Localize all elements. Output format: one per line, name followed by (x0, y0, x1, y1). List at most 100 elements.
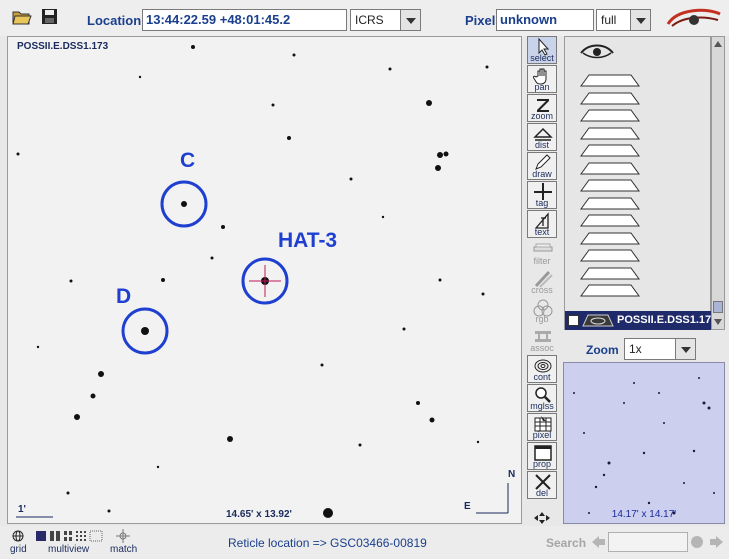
save-disk-icon[interactable] (40, 8, 60, 26)
tool-zoom-button[interactable]: zoom (527, 94, 557, 122)
thumbnail-image[interactable] (564, 363, 725, 524)
target-circle-d (121, 307, 169, 355)
tool-del-button[interactable]: del (527, 471, 557, 499)
tool-label: dist (534, 140, 549, 150)
multiview-layout-icon[interactable] (36, 530, 104, 542)
star-mark (692, 449, 696, 453)
tool-assoc-button[interactable]: assoc (527, 326, 557, 354)
multiview-mode-label[interactable]: multiview (48, 544, 89, 555)
tool-pan-button[interactable]: pan (527, 65, 557, 93)
empty-plane-icon[interactable] (579, 144, 641, 157)
coordinate-frame-select[interactable]: ICRS (350, 9, 421, 31)
scroll-up-icon[interactable] (714, 41, 722, 47)
scroll-thumb[interactable] (713, 301, 723, 313)
empty-plane-icon[interactable] (579, 232, 641, 245)
tool-draw-button[interactable]: draw (527, 152, 557, 180)
sky-image-view[interactable]: POSSII.E.DSS1.173 C HAT-3 D 1' 14.65' x … (7, 36, 522, 524)
star-mark (707, 406, 711, 410)
active-plane-name: POSSII.E.DSS1.173 (617, 314, 718, 326)
tool-label: mglss (530, 401, 554, 411)
star-mark (658, 392, 660, 394)
aladin-logo-icon (666, 8, 721, 27)
empty-plane-icon[interactable] (579, 92, 641, 105)
tool-label: prop (532, 459, 551, 469)
target-circle-c (160, 180, 208, 228)
tool-rgb-button[interactable]: rgb (527, 297, 557, 325)
plane-image-icon (582, 314, 614, 327)
pixel-label: Pixel (465, 13, 496, 28)
empty-plane-icon[interactable] (579, 127, 641, 140)
empty-plane-icon[interactable] (579, 249, 641, 262)
empty-plane-icon[interactable] (579, 162, 641, 175)
grid-mode-label[interactable]: grid (10, 544, 27, 555)
empty-plane-icon[interactable] (579, 214, 641, 227)
plane-stack-scrollbar[interactable] (711, 36, 725, 330)
active-plane-row[interactable]: POSSII.E.DSS1.173 (565, 311, 717, 330)
globe-grid-icon[interactable] (12, 530, 24, 542)
empty-plane-icon[interactable] (579, 197, 641, 210)
match-mode-label[interactable]: match (110, 544, 137, 555)
coordinate-frame-value: ICRS (355, 13, 384, 27)
location-input[interactable]: 13:44:22.59 +48:01:45.2 (142, 9, 347, 31)
tool-cross-button[interactable]: cross (527, 268, 557, 296)
tool-filter-button[interactable]: filter (527, 239, 557, 267)
tool-tag-button[interactable]: tag (527, 181, 557, 209)
match-crosshair-icon[interactable] (116, 529, 130, 543)
search-input[interactable] (608, 532, 688, 552)
location-label: Location (87, 13, 142, 28)
star-mark (642, 451, 646, 455)
tool-label: del (535, 488, 548, 498)
empty-plane-icon[interactable] (579, 179, 641, 192)
star-mark (713, 492, 715, 494)
star-mark (623, 402, 625, 404)
tool-dist-button[interactable]: dist (527, 123, 557, 151)
tool-label: draw (532, 169, 552, 179)
plane-visible-checkbox[interactable] (568, 315, 579, 326)
tool-label: tag (535, 198, 549, 208)
tool-mglss-button[interactable]: mglss (527, 384, 557, 412)
scale-label: 1' (18, 504, 26, 515)
star-mark (607, 461, 611, 465)
star-mark (683, 482, 685, 484)
empty-plane-icon[interactable] (579, 267, 641, 280)
tool-label: cross (531, 285, 553, 295)
tool-cont-button[interactable]: cont (527, 355, 557, 383)
zoom-select[interactable]: 1x (624, 338, 696, 360)
star-mark (573, 392, 575, 394)
zoom-value: 1x (629, 342, 642, 356)
star-mark (602, 473, 606, 477)
search-next-icon[interactable] (709, 535, 723, 549)
chevron-down-icon[interactable] (400, 10, 420, 30)
empty-plane-icon[interactable] (579, 74, 641, 87)
scroll-down-icon[interactable] (714, 319, 722, 325)
search-clear-icon[interactable] (690, 535, 704, 549)
star-mark (698, 377, 700, 379)
pixel-mode-value: full (601, 13, 617, 27)
search-label: Search (546, 536, 587, 550)
empty-plane-icon[interactable] (579, 284, 641, 297)
tool-label: cont (533, 372, 551, 382)
star-mark (633, 382, 635, 384)
tool-text-button[interactable]: text (527, 210, 557, 238)
tool-label: zoom (530, 111, 553, 121)
resize-arrows-icon[interactable] (534, 512, 550, 524)
star-mark (702, 401, 706, 405)
pixel-value-field[interactable]: unknown (496, 9, 594, 31)
overview-thumbnail[interactable]: 14.17' x 14.17' (563, 362, 725, 524)
search-prev-icon[interactable] (592, 535, 606, 549)
tool-label: pixel (532, 430, 552, 440)
fov-label: 14.65' x 13.92' (226, 509, 292, 520)
tool-label: filter (533, 256, 551, 266)
tool-pixel-button[interactable]: pixel (527, 413, 557, 441)
plane-stack[interactable]: POSSII.E.DSS1.173 (564, 36, 717, 330)
tool-select-button[interactable]: select (527, 36, 557, 64)
empty-plane-icon[interactable] (579, 109, 641, 122)
star-mark (647, 501, 651, 505)
tool-prop-button[interactable]: prop (527, 442, 557, 470)
chevron-down-icon[interactable] (675, 339, 695, 359)
eye-icon[interactable] (579, 43, 615, 63)
open-folder-icon[interactable] (12, 8, 32, 26)
thumbnail-fov-label: 14.17' x 14.17' (611, 509, 677, 520)
pixel-mode-select[interactable]: full (596, 9, 651, 31)
chevron-down-icon[interactable] (630, 10, 650, 30)
